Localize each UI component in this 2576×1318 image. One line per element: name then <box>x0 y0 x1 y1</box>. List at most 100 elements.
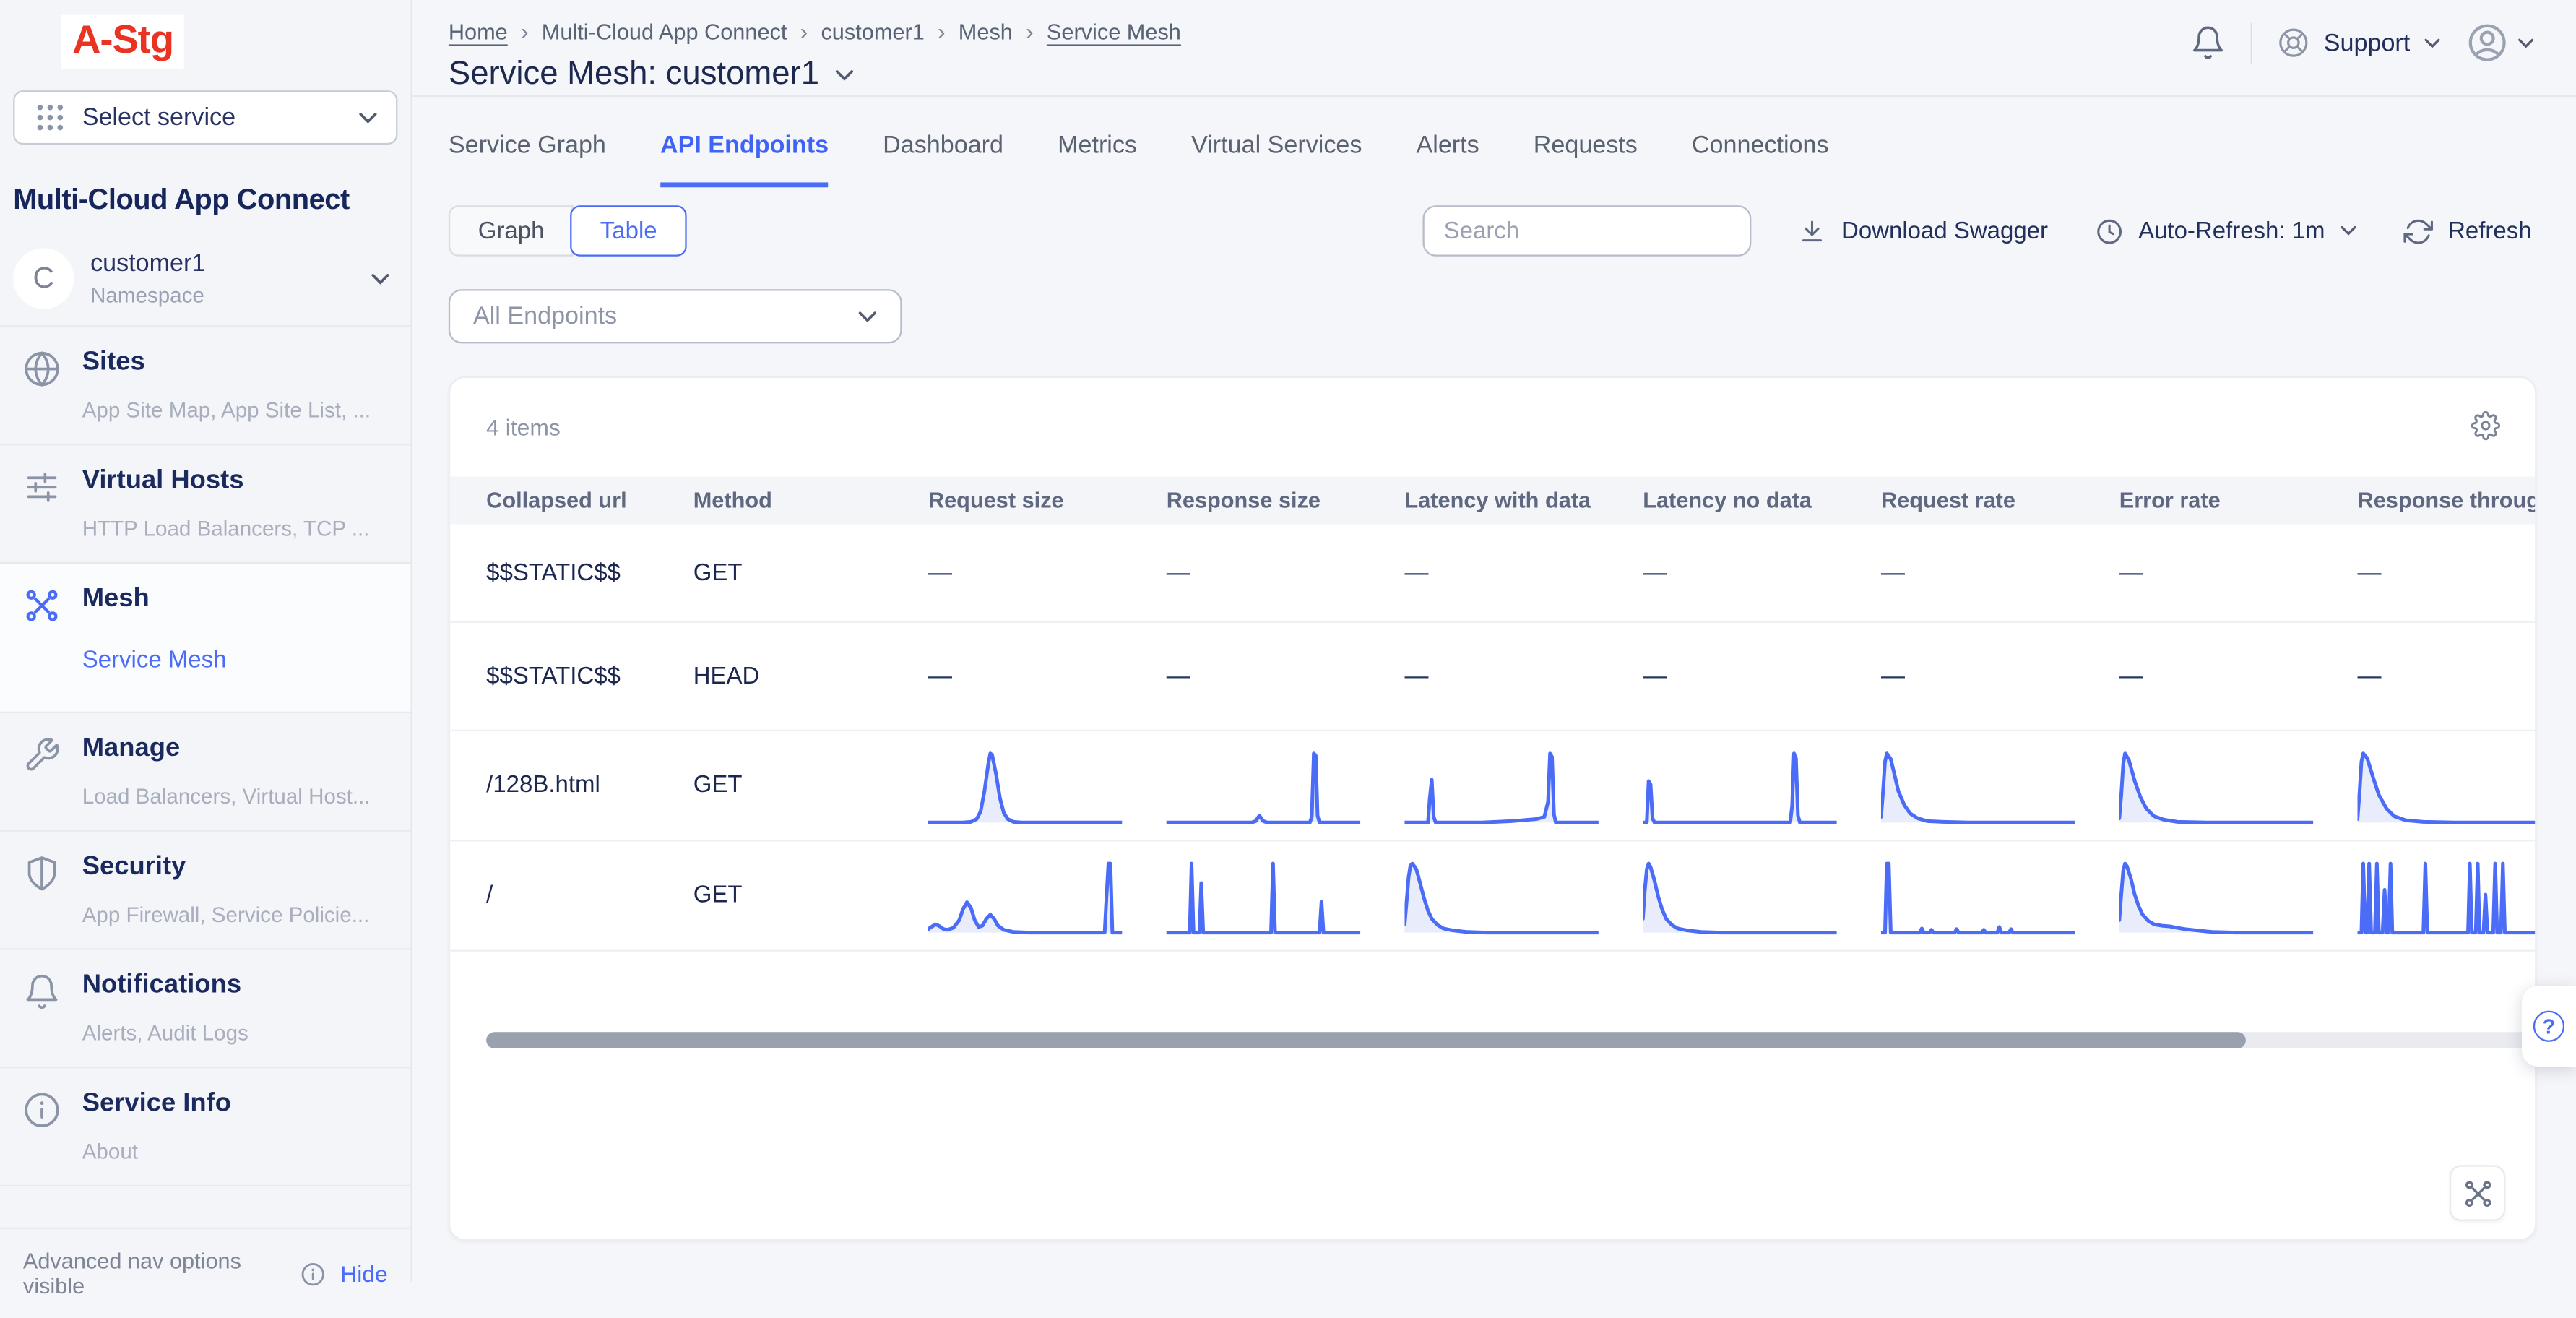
sidebar-item-security[interactable]: Security App Firewall, Service Policie..… <box>0 830 411 948</box>
scrollbar-thumb[interactable] <box>486 1032 2245 1048</box>
advanced-nav-text: Advanced nav options visible <box>23 1249 286 1298</box>
help-button[interactable]: ? <box>2522 986 2576 1067</box>
tab-api-endpoints[interactable]: API Endpoints <box>660 132 829 187</box>
app-root: A-Stg Select service Multi-Cloud App Con… <box>0 0 2576 1281</box>
sidebar-item-notifications[interactable]: Notifications Alerts, Audit Logs <box>0 948 411 1067</box>
column-header[interactable]: Method <box>693 488 928 512</box>
empty-metric: — <box>1167 559 1190 585</box>
sidebar-divider <box>0 1185 411 1228</box>
sparkline-error-rate <box>2119 855 2358 937</box>
chevron-down-icon <box>370 272 392 285</box>
column-header[interactable]: Collapsed url <box>486 488 693 512</box>
download-icon <box>1797 216 1827 246</box>
breadcrumb-separator: › <box>938 18 946 44</box>
tab-connections[interactable]: Connections <box>1692 132 1829 187</box>
notifications-bell-icon[interactable] <box>2191 25 2227 61</box>
column-header[interactable]: Error rate <box>2119 488 2358 512</box>
namespace-selector[interactable]: C customer1 Namespace <box>0 235 411 325</box>
sidebar-item-subtitle: Alerts, Audit Logs <box>82 1020 394 1045</box>
chevron-down-icon[interactable] <box>834 68 853 81</box>
tab-dashboard[interactable]: Dashboard <box>883 132 1003 187</box>
table-row[interactable]: $$STATIC$$ GET — — — — — — — <box>450 524 2535 622</box>
sparkline-request-size <box>928 744 1167 827</box>
sidebar-item-service-info[interactable]: Service Info About <box>0 1067 411 1185</box>
info-icon <box>23 1091 67 1129</box>
gear-icon[interactable] <box>2471 411 2500 441</box>
tab-requests[interactable]: Requests <box>1534 132 1638 187</box>
breadcrumb-separator: › <box>800 18 808 44</box>
sidebar-link-service-mesh[interactable]: Service Mesh <box>82 647 394 690</box>
bell-icon <box>23 973 67 1010</box>
user-menu[interactable] <box>2466 22 2536 64</box>
table-view-button[interactable]: Table <box>571 205 687 257</box>
search-input[interactable] <box>1422 205 1751 257</box>
hide-nav-button[interactable]: Hide <box>340 1260 387 1286</box>
endpoints-table-card: 4 items Collapsed url Method Request siz… <box>449 376 2537 1241</box>
sparkline-latency-with-data <box>1404 855 1643 937</box>
chevron-down-icon <box>2340 225 2358 237</box>
grid-icon <box>33 100 67 135</box>
cell-url: /128B.html <box>486 772 693 798</box>
table-row[interactable]: / GET <box>450 841 2535 951</box>
sparkline-request-size <box>928 855 1167 937</box>
sidebar-item-title: Mesh <box>82 585 394 615</box>
tab-bar: Service Graph API Endpoints Dashboard Me… <box>412 132 2576 187</box>
support-menu[interactable]: Support <box>2278 26 2441 59</box>
breadcrumb-service-mesh[interactable]: Service Mesh <box>1047 19 1181 43</box>
sidebar-item-title: Service Info <box>82 1090 394 1119</box>
empty-metric: — <box>1167 663 1190 689</box>
sidebar: A-Stg Select service Multi-Cloud App Con… <box>0 0 412 1281</box>
column-header[interactable]: Request rate <box>1881 488 2119 512</box>
sparkline-latency-no-data <box>1643 855 1881 937</box>
download-swagger-label: Download Swagger <box>1841 217 2048 244</box>
wrench-icon <box>23 736 67 774</box>
column-header[interactable]: Request size <box>928 488 1167 512</box>
info-icon <box>301 1261 326 1285</box>
sparkline-response-size <box>1167 855 1405 937</box>
refresh-button[interactable]: Refresh <box>2404 216 2532 246</box>
breadcrumb-separator: › <box>1026 18 1034 44</box>
breadcrumb-mcac[interactable]: Multi-Cloud App Connect <box>542 19 787 43</box>
sidebar-item-sites[interactable]: Sites App Site Map, App Site List, ... <box>0 325 411 444</box>
lifebuoy-icon <box>2278 26 2310 59</box>
empty-metric: — <box>1643 559 1667 585</box>
tab-service-graph[interactable]: Service Graph <box>449 132 606 187</box>
mesh-expand-button[interactable] <box>2450 1165 2505 1220</box>
sidebar-footer: Advanced nav options visible Hide <box>0 1228 411 1318</box>
sparkline-response-throughput <box>2358 744 2537 827</box>
empty-metric: — <box>928 559 952 585</box>
horizontal-scrollbar[interactable] <box>486 1032 2531 1048</box>
sidebar-item-mesh[interactable]: Mesh Service Mesh <box>0 562 411 712</box>
sidebar-item-manage[interactable]: Manage Load Balancers, Virtual Host... <box>0 712 411 830</box>
table-row[interactable]: $$STATIC$$ HEAD — — — — — — — <box>450 623 2535 731</box>
sidebar-item-subtitle: Load Balancers, Virtual Host... <box>82 784 394 809</box>
table-row[interactable]: /128B.html GET <box>450 731 2535 841</box>
namespace-avatar: C <box>13 248 74 309</box>
column-header[interactable]: Response throughput <box>2358 488 2537 512</box>
sidebar-item-virtual-hosts[interactable]: Virtual Hosts HTTP Load Balancers, TCP .… <box>0 444 411 562</box>
brand-logo: A-Stg <box>61 14 185 69</box>
tab-virtual-services[interactable]: Virtual Services <box>1191 132 1362 187</box>
column-header[interactable]: Latency with data <box>1404 488 1643 512</box>
sidebar-item-title: Security <box>82 853 394 882</box>
cell-url: / <box>486 882 693 908</box>
breadcrumb-mesh[interactable]: Mesh <box>959 19 1013 43</box>
download-swagger-button[interactable]: Download Swagger <box>1797 216 2048 246</box>
tab-metrics[interactable]: Metrics <box>1058 132 1137 187</box>
select-service-dropdown[interactable]: Select service <box>13 90 397 145</box>
graph-view-button[interactable]: Graph <box>449 205 574 257</box>
breadcrumb-home[interactable]: Home <box>449 19 508 43</box>
mesh-icon <box>23 587 67 624</box>
main-content: Home › Multi-Cloud App Connect › custome… <box>412 0 2576 1281</box>
column-header[interactable]: Response size <box>1167 488 1405 512</box>
clock-icon <box>2094 216 2124 246</box>
sidebar-item-title: Sites <box>82 348 394 378</box>
tab-alerts[interactable]: Alerts <box>1416 132 1479 187</box>
endpoints-filter-dropdown[interactable]: All Endpoints <box>449 289 902 343</box>
user-avatar-icon <box>2466 22 2509 64</box>
sidebar-item-subtitle: HTTP Load Balancers, TCP ... <box>82 516 394 540</box>
auto-refresh-dropdown[interactable]: Auto-Refresh: 1m <box>2094 216 2358 246</box>
namespace-label: Namespace <box>90 283 353 307</box>
column-header[interactable]: Latency no data <box>1643 488 1881 512</box>
breadcrumb-customer1[interactable]: customer1 <box>821 19 924 43</box>
